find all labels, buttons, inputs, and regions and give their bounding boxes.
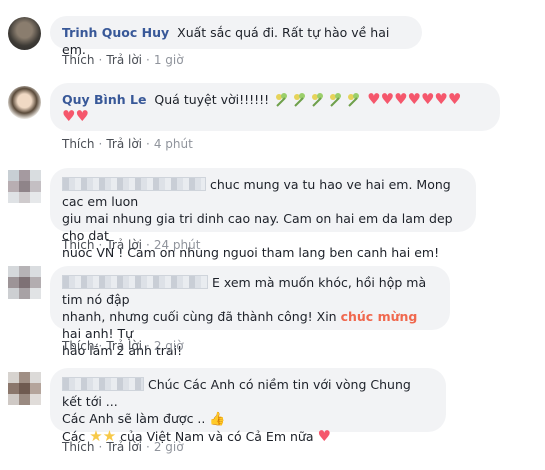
separator: ·: [146, 339, 150, 353]
heart-icon: ♥: [420, 90, 435, 108]
comment-text-line: nhanh, nhưng cuối cùng đã thành công! Xi…: [62, 309, 337, 324]
flower-icon: [309, 91, 327, 107]
comment-actions: Thích · Trả lời · 1 giờ: [62, 53, 184, 67]
heart-icon: ♥: [407, 90, 421, 108]
highlight-text[interactable]: chúc mừng: [341, 309, 418, 324]
heart-icon: ♥: [62, 107, 76, 125]
like-link[interactable]: Thích: [62, 339, 94, 353]
separator: ·: [146, 137, 150, 151]
flower-icon: [273, 91, 291, 107]
reply-link[interactable]: Trả lời: [106, 339, 142, 353]
avatar-blurred[interactable]: [8, 266, 41, 299]
heart-icon: ♥: [75, 107, 89, 125]
heart-icon: ♥: [380, 90, 395, 108]
avatar[interactable]: [8, 17, 41, 50]
like-link[interactable]: Thích: [62, 440, 94, 454]
comment-text-line: Các Anh sẽ làm được ..: [62, 411, 206, 426]
separator: ·: [98, 238, 103, 252]
avatar-blurred[interactable]: [8, 170, 41, 203]
heart-icon: ♥: [434, 90, 448, 108]
redacted-author: [62, 377, 144, 391]
heart-icon: ♥: [367, 90, 381, 108]
comment-author[interactable]: Quy Bình Le: [62, 92, 146, 107]
reply-link[interactable]: Trả lời: [106, 440, 142, 454]
avatar[interactable]: [8, 86, 41, 119]
comment-bubble: chuc mung va tu hao ve hai em. Mong cac …: [50, 168, 476, 260]
heart-icon: ♥: [394, 90, 408, 108]
like-link[interactable]: Thích: [62, 238, 94, 252]
comment-time[interactable]: 2 giờ: [154, 339, 184, 353]
comment-text: Quá tuyệt vời!!!!!!: [154, 92, 270, 107]
comment-time[interactable]: 4 phút: [154, 137, 193, 151]
thumbs-up-icon: 👍: [209, 412, 226, 427]
redacted-author: [62, 275, 208, 289]
separator: ·: [98, 53, 103, 67]
comment-author[interactable]: Trinh Quoc Huy: [62, 25, 169, 40]
comment-actions: Thích · Trả lời · 2 giờ: [62, 339, 184, 353]
separator: ·: [146, 440, 150, 454]
heart-icon: ♥: [447, 90, 462, 108]
comment-actions: Thích · Trả lời · 24 phút: [62, 238, 200, 252]
reply-link[interactable]: Trả lời: [106, 53, 142, 67]
comment-actions: Thích · Trả lời · 2 giờ: [62, 440, 184, 454]
comment-bubble: Trinh Quoc Huy Xuất sắc quá đi. Rất tự h…: [50, 16, 422, 57]
comment-bubble: Quy Bình Le Quá tuyệt vời!!!!!! ♥♥♥♥♥♥♥ …: [50, 83, 500, 131]
reply-link[interactable]: Trả lời: [106, 238, 142, 252]
heart-icon: ♥: [317, 427, 331, 445]
flower-emojis: [273, 92, 367, 107]
separator: ·: [98, 440, 103, 454]
flower-icon: [291, 91, 309, 107]
separator: ·: [98, 339, 103, 353]
reply-link[interactable]: Trả lời: [106, 137, 142, 151]
comment-bubble: Chúc Các Anh có niềm tin với vòng Chung …: [50, 368, 446, 445]
flower-icon: [327, 91, 345, 107]
separator: ·: [146, 53, 150, 67]
like-link[interactable]: Thích: [62, 53, 94, 67]
flower-icon: [345, 91, 363, 107]
comment-bubble: E xem mà muốn khóc, hồi hộp mà tim nó đậ…: [50, 266, 450, 358]
redacted-author: [62, 177, 206, 191]
like-link[interactable]: Thích: [62, 137, 94, 151]
separator: ·: [98, 137, 103, 151]
comment-actions: Thích · Trả lời · 4 phút: [62, 137, 193, 151]
comment-time[interactable]: 1 giờ: [154, 53, 184, 67]
separator: ·: [146, 238, 150, 252]
avatar-blurred[interactable]: [8, 372, 41, 405]
comment-time[interactable]: 24 phút: [154, 238, 201, 252]
comment-time[interactable]: 2 giờ: [154, 440, 184, 454]
